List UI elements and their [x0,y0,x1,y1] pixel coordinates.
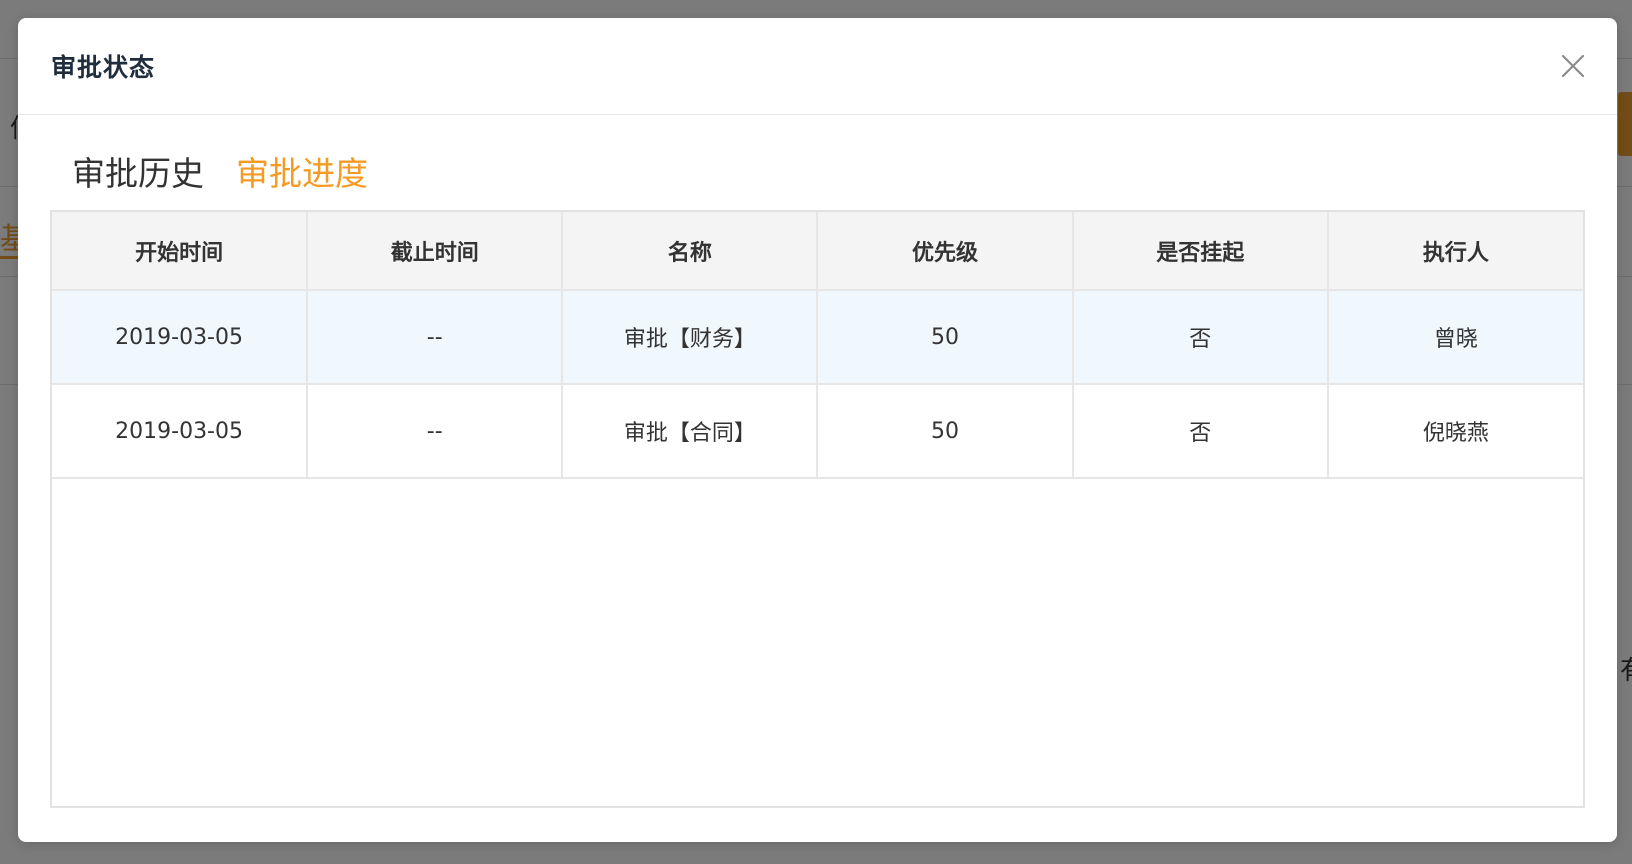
dialog-header: 审批状态 [18,18,1617,115]
table-header-row: 开始时间 截止时间 名称 优先级 是否挂起 执行人 [52,212,1583,291]
cell-deadline: -- [307,290,564,385]
column-header-priority: 优先级 [817,212,1074,291]
cell-assignee: 倪晓燕 [1327,384,1583,479]
approval-status-dialog: 审批状态 审批历史 审批进度 开始时间 截止时间 名称 优先级 是否挂起 执行人… [18,18,1617,842]
cell-priority: 50 [817,384,1074,479]
cell-start-time: 2019-03-05 [52,290,309,385]
cell-deadline: -- [307,384,564,479]
column-header-name: 名称 [562,212,819,291]
cell-priority: 50 [817,290,1074,385]
column-header-suspended: 是否挂起 [1072,212,1329,291]
table-row[interactable]: 2019-03-05 -- 审批【财务】 50 否 曾晓 [52,290,1583,385]
tab-approval-history[interactable]: 审批历史 [50,148,210,216]
tab-label: 审批进度 [236,154,368,193]
cell-suspended: 否 [1072,290,1329,385]
cell-name: 审批【合同】 [562,384,819,479]
close-icon [1561,54,1585,78]
close-button[interactable] [1555,48,1591,84]
cell-start-time: 2019-03-05 [52,384,309,479]
cell-name: 审批【财务】 [562,290,819,385]
column-header-deadline: 截止时间 [307,212,564,291]
cell-assignee: 曾晓 [1327,290,1583,385]
dialog-title: 审批状态 [51,53,156,82]
approval-progress-table: 开始时间 截止时间 名称 优先级 是否挂起 执行人 2019-03-05 -- … [50,210,1585,808]
column-header-assignee: 执行人 [1327,212,1583,291]
table-row[interactable]: 2019-03-05 -- 审批【合同】 50 否 倪晓燕 [52,384,1583,479]
tab-approval-progress[interactable]: 审批进度 [218,148,386,216]
cell-suspended: 否 [1072,384,1329,479]
column-header-start-time: 开始时间 [52,212,309,291]
